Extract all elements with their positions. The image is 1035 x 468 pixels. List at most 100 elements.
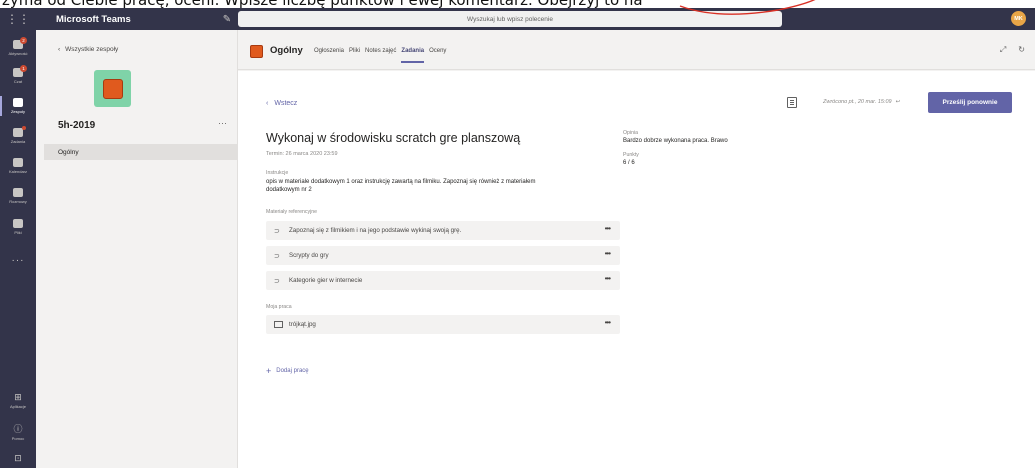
feedback-text: Bardzo dobrze wykonana praca. Brawo	[623, 138, 728, 144]
resubmit-button[interactable]: Prześlij ponownie	[928, 92, 1012, 113]
refresh-icon[interactable]: ↻	[1018, 45, 1025, 55]
back-button[interactable]: ‹ Wstecz	[266, 100, 297, 107]
my-work-file[interactable]: trójkąt.jpg •••	[266, 315, 620, 334]
assignments-dot	[22, 126, 26, 130]
rail-label-calls: Rozmowy	[9, 199, 27, 204]
teams-panel: ‹ Wszystkie zespoły 5h-2019 ··· Ogólny	[36, 30, 238, 468]
channel-item-general[interactable]: Ogólny	[44, 144, 238, 160]
chat-badge: 1	[20, 65, 27, 72]
rail-label-assignments: Zadania	[10, 139, 26, 144]
instructions-line-1: opis w materiale dodatkowym 1 oraz instr…	[266, 179, 536, 185]
reference-item[interactable]: ⊃ Zapoznaj się z filmikiem i na jego pod…	[266, 221, 620, 240]
apps-icon: ⊞	[14, 392, 22, 402]
reference-title: Zapoznaj się z filmikiem i na jego podst…	[289, 227, 462, 234]
rail-item-download[interactable]: ⊡	[0, 453, 36, 464]
new-chat-icon[interactable]: ✎	[214, 14, 240, 25]
channel-label: Ogólny	[58, 148, 79, 156]
red-annotation-mark	[679, 0, 816, 15]
bell-icon: 2	[13, 37, 27, 49]
main-area: Ogólny Ogłoszenia Pliki Notes zajęć Zada…	[238, 30, 1035, 468]
image-icon	[274, 321, 283, 328]
team-name: 5h-2019	[58, 120, 96, 131]
add-work-label: Dodaj pracę	[276, 368, 309, 374]
rail-label-activity: Aktywność	[8, 51, 28, 56]
points-label: Punkty	[623, 152, 639, 158]
tab-files[interactable]: Pliki	[349, 48, 360, 64]
reference-title: Scrypty do gry	[289, 252, 329, 259]
rail-item-calls[interactable]: Rozmowy	[0, 182, 36, 210]
returned-status-text: Zwrócono pt., 20 mar. 15:09	[823, 99, 892, 105]
channel-title: Ogólny	[270, 45, 303, 56]
more-icon[interactable]: •••	[605, 318, 611, 327]
due-date: Termin: 26 marca 2020 23:59	[266, 151, 338, 157]
instructions-line-2: dodatkowym nr 2	[266, 187, 312, 193]
instructions-label: Instrukcje	[266, 170, 289, 176]
tab-class-notebook[interactable]: Notes zajęć	[365, 48, 396, 64]
plus-icon: +	[266, 366, 272, 376]
rail-item-files[interactable]: Pliki	[0, 213, 36, 241]
rail-item-calendar[interactable]: Kalendarz	[0, 152, 36, 180]
assignment-title: Wykonaj w środowisku scratch gre planszo…	[266, 131, 521, 145]
rail-item-activity[interactable]: 2 Aktywność	[0, 34, 36, 62]
returned-status: Zwrócono pt., 20 mar. 15:09 ↩	[823, 99, 900, 105]
tab-grades[interactable]: Oceny	[429, 48, 446, 64]
reference-title: Kategorie gier w internecie	[289, 277, 363, 284]
chevron-left-icon: ‹	[266, 100, 269, 107]
back-label: Wstecz	[274, 100, 298, 107]
rail-item-chat[interactable]: 1 Czat	[0, 62, 36, 90]
my-work-filename: trójkąt.jpg	[289, 321, 316, 328]
rail-more-icon[interactable]: ···	[0, 255, 36, 266]
rail-item-teams[interactable]: Zespoły	[0, 92, 36, 120]
all-teams-label: Wszystkie zespoły	[65, 46, 119, 53]
rail-item-help[interactable]: ⓘ Pomoc	[0, 422, 36, 441]
phone-icon	[13, 188, 23, 197]
expand-icon[interactable]: ⤢	[1000, 45, 1006, 55]
calendar-icon	[13, 158, 23, 167]
caption-strip: żyma od Ciebie pracę, oceni. Wpisze licz…	[0, 0, 1035, 8]
references-label: Materiały referencyjne	[266, 209, 318, 215]
assignment-content: ‹ Wstecz Zwrócono pt., 20 mar. 15:09 ↩ P…	[238, 71, 1035, 468]
link-icon: ⊃	[274, 277, 280, 285]
top-bar: ⋮⋮ Microsoft Teams ✎ Wyszukaj lub wpisz …	[0, 8, 1035, 30]
tab-assignments[interactable]: Zadania	[401, 48, 424, 64]
link-icon: ⊃	[274, 227, 280, 235]
rail-label-calendar: Kalendarz	[8, 169, 27, 174]
more-icon[interactable]: •••	[605, 274, 611, 283]
rail-item-apps[interactable]: ⊞ Aplikacje	[0, 392, 36, 409]
backpack-icon	[13, 126, 26, 137]
chat-icon: 1	[13, 65, 27, 77]
notes-icon[interactable]	[787, 97, 797, 108]
rail-label-files: Pliki	[14, 230, 22, 235]
team-more-icon[interactable]: ···	[218, 118, 227, 128]
user-avatar[interactable]: MK	[1011, 11, 1026, 26]
header-icons: ⤢ ↻	[1000, 45, 1025, 55]
channel-header: Ogólny Ogłoszenia Pliki Notes zajęć Zada…	[238, 30, 1035, 70]
teams-icon	[13, 98, 23, 107]
file-icon	[13, 219, 23, 228]
chevron-left-icon: ‹	[58, 46, 61, 53]
rail-label-help: Pomoc	[11, 436, 25, 441]
link-icon: ⊃	[274, 252, 280, 260]
more-icon[interactable]: •••	[605, 224, 611, 233]
tab-announcements[interactable]: Ogłoszenia	[314, 48, 344, 64]
app-launcher-icon[interactable]: ⋮⋮	[0, 8, 36, 30]
help-icon: ⓘ	[13, 424, 23, 434]
my-work-label: Moja praca	[266, 304, 292, 310]
rail-item-assignments[interactable]: Zadania	[0, 122, 36, 150]
more-icon[interactable]: •••	[605, 249, 611, 258]
add-work-button[interactable]: + Dodaj pracę	[266, 366, 309, 376]
app-name: Microsoft Teams	[56, 13, 131, 25]
user-avatar-initials: MK	[1014, 15, 1023, 22]
team-channel-icon	[250, 45, 263, 58]
rail-label-chat: Czat	[13, 79, 23, 84]
reference-item[interactable]: ⊃ Kategorie gier w internecie •••	[266, 271, 620, 290]
activity-badge: 2	[20, 37, 27, 44]
reference-item[interactable]: ⊃ Scrypty do gry •••	[266, 246, 620, 265]
channel-tabs: Ogłoszenia Pliki Notes zajęć Zadania Oce…	[314, 48, 446, 64]
all-teams-link[interactable]: ‹ Wszystkie zespoły	[58, 46, 118, 53]
rail-label-apps: Aplikacje	[9, 404, 26, 409]
undo-icon[interactable]: ↩	[896, 99, 901, 105]
caption-text: żyma od Ciebie pracę, oceni. Wpisze licz…	[2, 0, 643, 8]
team-avatar	[94, 70, 131, 107]
search-placeholder: Wyszukaj lub wpisz polecenie	[467, 15, 553, 23]
